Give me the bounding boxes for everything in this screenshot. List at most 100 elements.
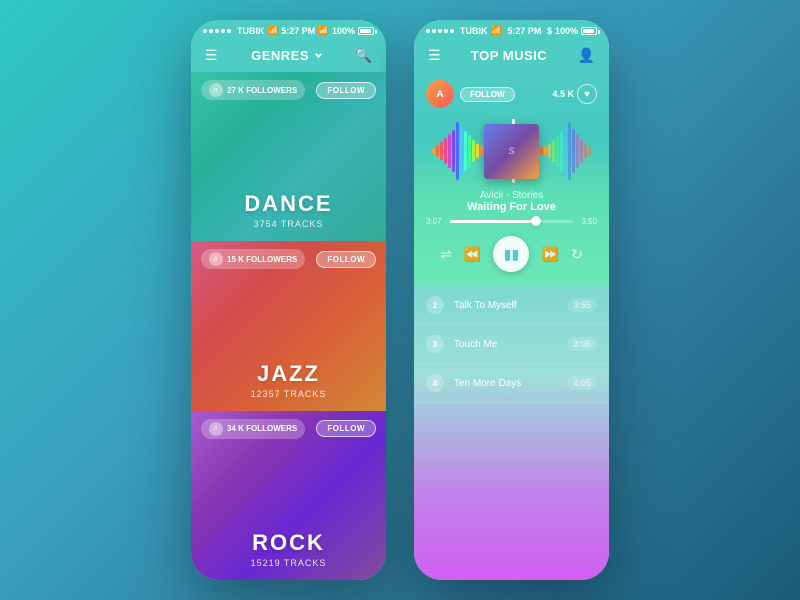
rock-genre-name: ROCK: [201, 530, 376, 556]
playlist-item-1[interactable]: 2 Talk To Myself 3:55: [414, 286, 609, 325]
heart-icon[interactable]: ♥: [577, 84, 597, 104]
genres-nav-bar: ☰ GENRES 🔍: [191, 41, 386, 72]
waveform-bar: [448, 134, 451, 167]
genre-card-jazz[interactable]: ♬ 15 K FOLLOWERS FOLLOW JAZZ 12357 TRACK…: [191, 241, 386, 410]
forward-button[interactable]: ⏩: [542, 246, 559, 263]
music-nav-title: TOP MUSIC: [471, 48, 547, 63]
signal-dot-m4: [444, 29, 448, 33]
waveform-bar: [464, 131, 467, 172]
genre-card-rock[interactable]: ♬ 34 K FOLLOWERS FOLLOW ROCK 15219 TRACK…: [191, 411, 386, 580]
phone-music: TUBIK 📶 5:27 PM $ 100% ☰ TOP MUSIC 👤: [414, 20, 609, 580]
artist-row: A FOLLOW 4.5 K ♥: [426, 80, 597, 108]
track-name-1: Talk To Myself: [454, 300, 567, 311]
nav-title-group: GENRES: [251, 48, 321, 63]
signal-dot-1: [203, 29, 207, 33]
track-duration-1: 3:55: [567, 298, 597, 312]
rock-followers-badge: ♬ 34 K FOLLOWERS: [201, 419, 305, 439]
track-num-3: 4: [426, 374, 444, 392]
status-left-music: TUBIK 📶: [426, 25, 502, 36]
playlist-section: 2 Talk To Myself 3:55 3 Touch Me 3:06 4 …: [414, 286, 609, 580]
phone-genres: TUBIK 📶 5:27 PM 📶 100% ☰ GENRES 🔍: [191, 20, 386, 580]
likes-count: 4.5 K: [552, 89, 574, 99]
dance-followers-badge: ♬ 27 K FOLLOWERS: [201, 80, 305, 100]
followers-icon-rock: ♬: [209, 422, 223, 436]
jazz-follow-button[interactable]: FOLLOW: [316, 251, 376, 268]
search-icon[interactable]: 🔍: [355, 47, 372, 64]
waveform-bar: [568, 122, 571, 179]
playlist-item-3[interactable]: 4 Ten More Days 4:05: [414, 364, 609, 403]
battery-text-music: 100%: [555, 26, 578, 36]
repeat-button[interactable]: ↻: [571, 246, 583, 263]
dance-header: ♬ 27 K FOLLOWERS FOLLOW: [191, 72, 386, 108]
bluetooth-icon: 📶: [318, 25, 329, 36]
genre-card-dance[interactable]: ♬ 27 K FOLLOWERS FOLLOW DANCE 3754 TRACK…: [191, 72, 386, 241]
progress-bar[interactable]: [450, 220, 574, 223]
rock-header: ♬ 34 K FOLLOWERS FOLLOW: [191, 411, 386, 447]
waveform-bar: [480, 146, 483, 156]
waveform-bar: [432, 148, 435, 155]
carrier-text-music: TUBIK: [460, 26, 488, 36]
track-artist: Avicii - Stories: [426, 190, 597, 201]
album-art: S: [484, 124, 539, 179]
time-end: 3:50: [581, 217, 597, 226]
waveform-bar: [440, 142, 443, 161]
wifi-icon: 📶: [268, 25, 279, 36]
waveform-bar: [476, 144, 479, 158]
dollar-icon: $: [547, 26, 552, 36]
waveform-bar: [580, 139, 583, 162]
waveform-bar: [472, 140, 475, 161]
track-name-3: Ten More Days: [454, 378, 567, 389]
signal-dot-m3: [438, 29, 442, 33]
battery-icon-music: [581, 27, 597, 35]
genres-nav-title: GENRES: [251, 48, 309, 63]
phones-container: TUBIK 📶 5:27 PM 📶 100% ☰ GENRES 🔍: [191, 20, 609, 580]
rewind-button[interactable]: ⏪: [464, 246, 481, 263]
wifi-icon-music: 📶: [491, 25, 502, 36]
jazz-genre-name: JAZZ: [201, 361, 376, 387]
track-num-2: 3: [426, 335, 444, 353]
player-section: A FOLLOW 4.5 K ♥ S Avicii - Stories Wait…: [414, 72, 609, 286]
jazz-followers-text: 15 K FOLLOWERS: [227, 255, 297, 264]
music-nav-bar: ☰ TOP MUSIC 👤: [414, 41, 609, 72]
time-start: 3:07: [426, 217, 442, 226]
waveform-bar: [572, 129, 575, 174]
rock-follow-button[interactable]: FOLLOW: [316, 420, 376, 437]
hamburger-icon-music[interactable]: ☰: [428, 47, 441, 64]
waveform-bar: [552, 140, 555, 161]
waveform-bar: [584, 144, 587, 158]
track-info: Avicii - Stories Waiting For Love: [426, 190, 597, 213]
signal-dot-m1: [426, 29, 430, 33]
pause-button[interactable]: ▮▮: [493, 236, 529, 272]
waveform-bar: [560, 131, 563, 172]
dance-tracks: 3754 TRACKS: [201, 219, 376, 229]
track-duration-3: 4:05: [567, 376, 597, 390]
hamburger-icon[interactable]: ☰: [205, 47, 218, 64]
waveform-bar: [588, 146, 591, 156]
waveform-bar: [540, 147, 543, 155]
artist-follow-row: A FOLLOW: [426, 80, 515, 108]
track-num-1: 2: [426, 296, 444, 314]
artist-follow-button[interactable]: FOLLOW: [460, 87, 515, 102]
progress-thumb: [531, 216, 541, 226]
rock-tracks: 15219 TRACKS: [201, 558, 376, 568]
status-right-genres: 📶 100%: [318, 25, 374, 36]
dance-follow-button[interactable]: FOLLOW: [316, 82, 376, 99]
waveform-bar: [576, 134, 579, 167]
battery-icon: [358, 27, 374, 35]
controls-row: ⇌ ⏪ ▮▮ ⏩ ↻: [426, 230, 597, 276]
album-art-inner: S: [484, 124, 539, 179]
playlist-item-2[interactable]: 3 Touch Me 3:06: [414, 325, 609, 364]
dance-followers-text: 27 K FOLLOWERS: [227, 86, 297, 95]
followers-icon-dance: ♬: [209, 83, 223, 97]
waveform-bar: [564, 126, 567, 176]
status-left-genres: TUBIK 📶: [203, 25, 279, 36]
track-title: Waiting For Love: [426, 201, 597, 213]
battery-fill: [360, 29, 371, 33]
followers-icon-jazz: ♬: [209, 252, 223, 266]
waveform-bar: [468, 135, 471, 166]
track-duration-2: 3:06: [567, 337, 597, 351]
status-bar-music: TUBIK 📶 5:27 PM $ 100%: [414, 20, 609, 41]
shuffle-button[interactable]: ⇌: [440, 246, 452, 263]
user-icon[interactable]: 👤: [578, 47, 595, 64]
waveform-bar: [452, 130, 455, 173]
